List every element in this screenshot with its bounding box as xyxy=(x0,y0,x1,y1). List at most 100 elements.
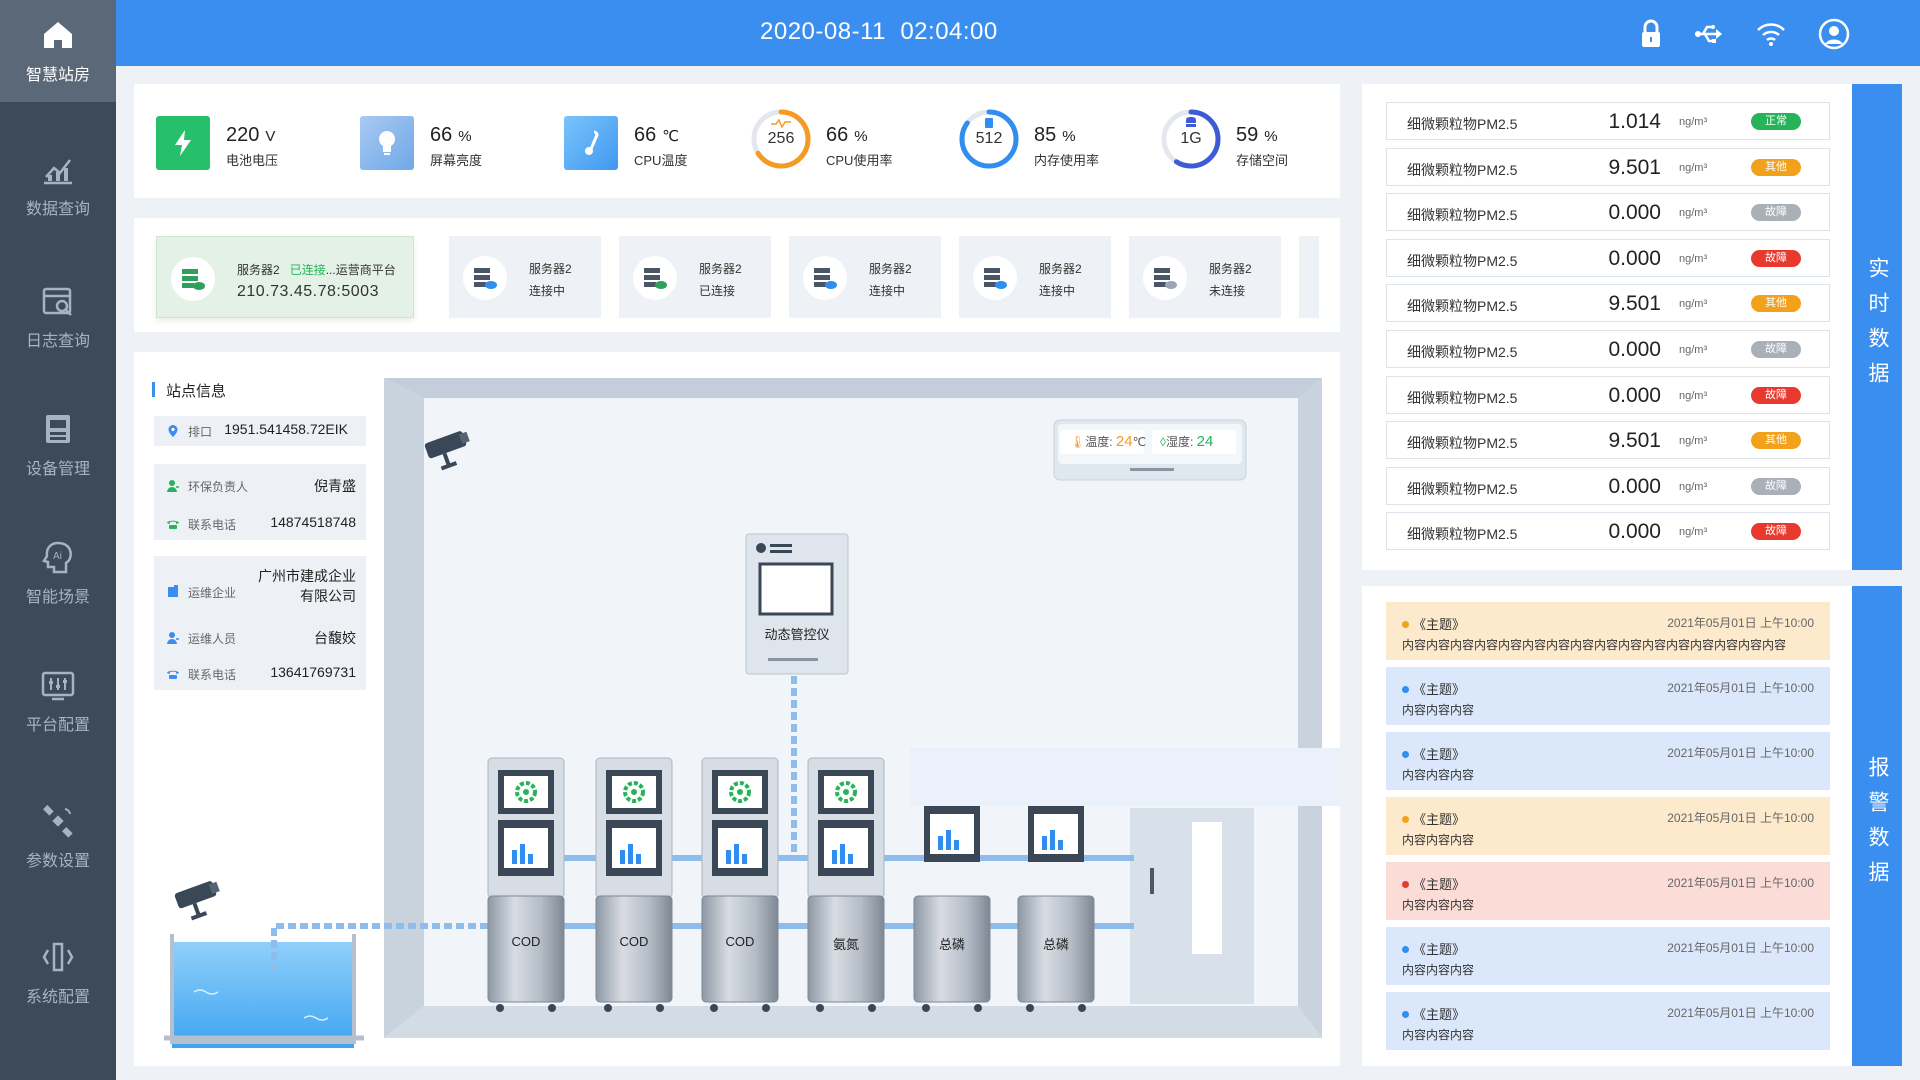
realtime-row: 细微颗粒物PM2.5 0.000 ng/m³ 故障 xyxy=(1386,466,1830,505)
server-name: 服务器2 xyxy=(529,262,572,276)
home-icon xyxy=(44,22,72,48)
server-extra: ...运营商平台 xyxy=(325,263,396,277)
stat-screen-brightness: 66% 屏幕亮度 xyxy=(360,112,540,172)
server-card[interactable]: 服务器2 已连接...运营商平台 210.73.45.78:5003 xyxy=(156,236,414,318)
sidebar-item-parameter-settings[interactable]: 参数设置 xyxy=(0,782,116,892)
stat-label: 存储空间 xyxy=(1236,153,1289,168)
controller-label: 动态管控仪 xyxy=(764,627,830,642)
alarm-dot xyxy=(1402,751,1409,758)
alarm-body: 内容内容内容 xyxy=(1402,1028,1475,1042)
server-state: 连接中 xyxy=(1039,284,1076,298)
alarm-dot xyxy=(1402,621,1409,628)
pollutant-unit: ng/m³ xyxy=(1679,161,1708,174)
server-card-partial[interactable] xyxy=(1299,236,1319,318)
lock-icon[interactable] xyxy=(1635,18,1667,50)
analyzer-cabinet xyxy=(595,757,673,1012)
status-badge: 故障 xyxy=(1751,523,1801,541)
sidebar-item-log-query[interactable]: 日志查询 xyxy=(0,262,116,372)
server-card[interactable]: 服务器2 连接中 xyxy=(959,236,1111,318)
pollutant-value: 9.501 xyxy=(1608,429,1661,453)
analyzer-label: COD xyxy=(511,934,541,949)
alarm-time: 2021年05月01日 上午10:00 xyxy=(1667,811,1814,825)
alarm-item[interactable]: 《主题》 2021年05月01日 上午10:00 内容内容内容 xyxy=(1386,862,1830,920)
sidebar-item-data-query[interactable]: 数据查询 xyxy=(0,130,116,240)
status-badge: 故障 xyxy=(1751,249,1801,267)
log-icon xyxy=(42,287,72,316)
user-avatar-icon[interactable] xyxy=(1818,18,1850,50)
ac-humidity-readout: ◊湿度: 24 xyxy=(1160,433,1214,450)
wifi-icon[interactable] xyxy=(1755,18,1787,50)
alarm-title: 《主题》 xyxy=(1402,874,1465,893)
server-card[interactable]: 服务器2 未连接 xyxy=(1129,236,1281,318)
alarm-dot xyxy=(1402,686,1409,693)
alarm-dot xyxy=(1402,881,1409,888)
bulb-icon xyxy=(360,116,414,170)
database-icon xyxy=(1186,117,1196,127)
alarm-item[interactable]: 《主题》 2021年05月01日 上午10:00 内容内容内容 xyxy=(1386,732,1830,790)
server-card[interactable]: 服务器2 连接中 xyxy=(789,236,941,318)
pollutant-name: 细微颗粒物PM2.5 xyxy=(1407,161,1518,178)
alarm-title: 《主题》 xyxy=(1402,614,1465,633)
satellite-icon xyxy=(43,805,73,838)
pollutant-value: 9.501 xyxy=(1608,155,1661,179)
stat-value: 59% xyxy=(1236,124,1278,146)
status-badge: 其他 xyxy=(1751,158,1801,176)
pollutant-unit: ng/m³ xyxy=(1679,116,1708,128)
alarm-dot xyxy=(1402,1011,1409,1018)
realtime-row: 细微颗粒物PM2.5 0.000 ng/m³ 故障 xyxy=(1386,512,1830,551)
pollutant-unit: ng/m³ xyxy=(1679,252,1708,265)
server-card[interactable]: 服务器2 已连接 xyxy=(619,236,771,318)
realtime-data-tab[interactable]: 实时数据 xyxy=(1852,84,1902,570)
stat-label: 屏幕亮度 xyxy=(430,153,483,168)
stat-battery-voltage: 220 V 电池电压 xyxy=(156,112,336,172)
server-address: 210.73.45.78:5003 xyxy=(237,283,379,300)
alarm-item[interactable]: 《主题》 2021年05月01日 上午10:00 内容内容内容 xyxy=(1386,667,1830,725)
alarm-item[interactable]: 《主题》 2021年05月01日 上午10:00 内容内容内容 xyxy=(1386,797,1830,855)
tab-char: 报警数据 xyxy=(1866,756,1889,896)
pollutant-value: 0.000 xyxy=(1608,246,1661,270)
sidebar-item-smart-scene[interactable]: Ai 智能场景 xyxy=(0,518,116,628)
pollutant-unit: ng/m³ xyxy=(1679,207,1708,220)
pollutant-name: 细微颗粒物PM2.5 xyxy=(1407,344,1518,360)
tab-char: 实时数据 xyxy=(1866,257,1889,397)
svg-text:Ai: Ai xyxy=(53,551,62,562)
server-icon xyxy=(973,256,1017,300)
alarm-body: 内容内容内容 xyxy=(1402,703,1475,717)
pulse-icon xyxy=(771,118,791,128)
status-badge: 其他 xyxy=(1751,432,1801,450)
pollutant-name: 细微颗粒物PM2.5 xyxy=(1407,116,1518,132)
server-icon xyxy=(1143,256,1187,300)
pollutant-name: 细微颗粒物PM2.5 xyxy=(1407,389,1518,406)
sidebar-item-platform-config[interactable]: 平台配置 xyxy=(0,646,116,756)
usb-icon[interactable] xyxy=(1692,18,1724,50)
server-icon xyxy=(633,256,677,300)
pollutant-name: 细微颗粒物PM2.5 xyxy=(1407,252,1518,269)
station-room-illustration xyxy=(164,378,1340,1048)
sidebar-item-label: 智能场景 xyxy=(25,589,90,606)
top-header: 2020-08-11 02:04:00 xyxy=(116,0,1920,66)
pollutant-unit: ng/m³ xyxy=(1679,344,1708,356)
stat-label: 电池电压 xyxy=(226,153,279,168)
pollutant-name: 细微颗粒物PM2.5 xyxy=(1407,526,1518,543)
sidebar-item-system-config[interactable]: 系统配置 xyxy=(0,918,116,1028)
alarm-item[interactable]: 《主题》 2021年05月01日 上午10:00 内容内容内容内容内容内容内容内容内… xyxy=(1386,602,1830,660)
stat-value: 66 ℃ xyxy=(634,124,680,146)
alarm-time: 2021年05月01日 上午10:00 xyxy=(1667,681,1814,695)
alarm-item[interactable]: 《主题》 2021年05月01日 上午10:00 内容内容内容 xyxy=(1386,927,1830,985)
alarm-dot xyxy=(1402,946,1409,953)
server-state: 已连接 xyxy=(699,284,736,298)
sidebar-item-device-management[interactable]: 设备管理 xyxy=(0,390,116,500)
stat-memory-usage: 512 85% 内存使用率 xyxy=(958,108,1138,172)
ring-value: 1G xyxy=(1180,130,1202,147)
stat-value: 220 V xyxy=(226,124,276,146)
pollutant-value: 0.000 xyxy=(1608,201,1661,225)
alarm-item[interactable]: 《主题》 2021年05月01日 上午10:00 内容内容内容 xyxy=(1386,992,1830,1050)
stat-cpu-temperature: 66 ℃ CPU温度 xyxy=(564,112,744,172)
sidebar-item-label: 日志查询 xyxy=(25,333,90,350)
sidebar-item-smart-station[interactable]: 智慧站房 xyxy=(0,0,116,102)
status-badge: 正常 xyxy=(1751,113,1801,130)
server-icon xyxy=(463,256,507,300)
server-card[interactable]: 服务器2 连接中 xyxy=(449,236,601,318)
stat-label: CPU温度 xyxy=(634,153,688,168)
alarm-data-tab[interactable]: 报警数据 xyxy=(1852,586,1902,1066)
